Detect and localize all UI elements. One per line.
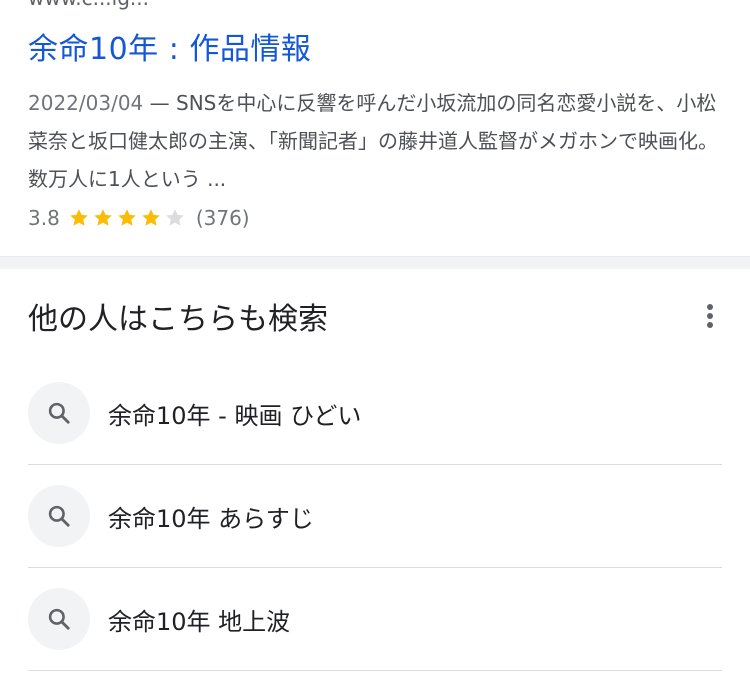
section-divider — [0, 256, 750, 269]
related-search-item[interactable]: 余命10年 あらすじ — [28, 465, 722, 568]
star-filled-icon — [142, 209, 160, 226]
rating-stars — [68, 207, 188, 229]
search-icon — [48, 505, 70, 527]
result-breadcrumb[interactable]: www.c...ig... — [28, 0, 149, 10]
search-icon — [48, 402, 70, 424]
result-snippet: 2022/03/04 — SNSを中心に反響を呼んだ小坂流加の同名恋愛小説を、小… — [28, 84, 728, 198]
rating-score: 3.8 — [28, 206, 60, 230]
snippet-separator: — — [143, 91, 176, 115]
related-search-label: 余命10年 あらすじ — [108, 504, 314, 533]
snippet-date: 2022/03/04 — [28, 91, 144, 115]
search-results-page: www.c...ig... 余命10年 : 作品情報 2022/03/04 — … — [0, 0, 750, 687]
search-icon — [48, 608, 70, 630]
related-search-label: 余命10年 - 映画 ひどい — [108, 401, 362, 430]
rating-count: (376) — [195, 206, 250, 230]
search-icon-badge — [28, 588, 90, 650]
star-empty-icon — [166, 209, 184, 226]
more-options-button[interactable] — [692, 296, 728, 336]
star-filled-icon — [94, 209, 112, 226]
result-title-link[interactable]: 余命10年 : 作品情報 — [28, 24, 311, 68]
related-searches-list: 余命10年 - 映画 ひどい 余命10年 あらすじ 余命10年 地上波 — [28, 362, 722, 671]
star-filled-icon — [118, 209, 136, 226]
related-search-item[interactable]: 余命10年 地上波 — [28, 568, 722, 671]
related-searches-title: 他の人はこちらも検索 — [28, 302, 328, 337]
star-filled-icon — [70, 209, 88, 226]
rating-row: 3.8 (376) — [28, 202, 250, 234]
more-vert-icon — [707, 304, 713, 328]
related-search-item[interactable]: 余命10年 - 映画 ひどい — [28, 362, 722, 465]
search-icon-badge — [28, 382, 90, 444]
search-icon-badge — [28, 485, 90, 547]
related-search-label: 余命10年 地上波 — [108, 607, 291, 636]
